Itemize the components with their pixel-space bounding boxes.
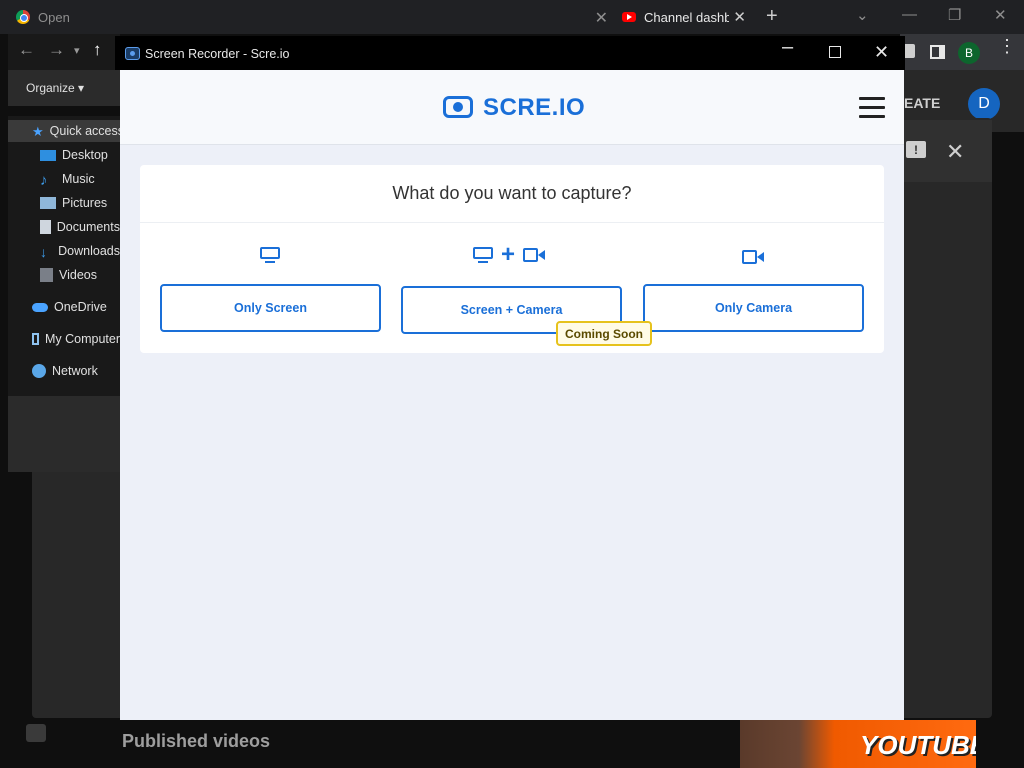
pictures-folder-icon bbox=[40, 197, 56, 209]
monitor-icon bbox=[260, 246, 280, 264]
desktop-folder-icon bbox=[40, 149, 56, 161]
tree-item-downloads[interactable]: ↓ Downloads bbox=[8, 240, 120, 262]
tree-label: Network bbox=[52, 364, 98, 378]
video-camera-icon bbox=[742, 248, 764, 266]
cloud-icon bbox=[32, 302, 48, 312]
only-screen-button[interactable]: Only Screen bbox=[160, 284, 381, 332]
tree-label: My Computer bbox=[44, 332, 120, 346]
tree-item-desktop[interactable]: Desktop bbox=[8, 144, 120, 166]
tab-title: Open bbox=[38, 9, 70, 25]
organize-button[interactable]: Organize ▾ bbox=[26, 81, 84, 95]
restore-icon[interactable]: ❐ bbox=[948, 6, 961, 24]
up-arrow-icon[interactable]: ↑ bbox=[93, 40, 102, 60]
tree-item-music[interactable]: ♪ Music bbox=[8, 168, 120, 190]
only-camera-button[interactable]: Only Camera bbox=[643, 284, 864, 332]
tree-label: OneDrive bbox=[54, 300, 107, 314]
new-tab-button[interactable]: + bbox=[766, 5, 778, 28]
recent-dropdown-icon[interactable]: ▾ bbox=[74, 44, 80, 57]
close-icon[interactable]: ✕ bbox=[733, 8, 746, 26]
tree-label: Videos bbox=[59, 268, 97, 282]
monitor-icon bbox=[473, 246, 493, 264]
logo-camera-icon bbox=[443, 96, 473, 118]
tree-label: Quick access bbox=[49, 124, 120, 138]
explorer-footer bbox=[8, 396, 120, 472]
chrome-logo-icon bbox=[16, 10, 30, 24]
capture-question: What do you want to capture? bbox=[140, 165, 884, 223]
hamburger-menu-icon[interactable] bbox=[859, 97, 885, 119]
youtube-logo-icon bbox=[622, 12, 636, 22]
account-avatar[interactable]: D bbox=[968, 88, 1000, 120]
tree-item-pictures[interactable]: Pictures bbox=[8, 192, 120, 214]
capture-options-card: What do you want to capture? + Only Scre… bbox=[140, 165, 884, 353]
minimize-icon[interactable]: – bbox=[782, 36, 793, 59]
tree-item-my-computer[interactable]: My Computer bbox=[8, 328, 120, 350]
popup-viewport: SCRE.IO What do you want to capture? + O… bbox=[120, 70, 904, 720]
forward-arrow-icon[interactable]: → bbox=[48, 40, 65, 60]
star-icon: ★ bbox=[32, 124, 44, 139]
feedback-sidebar-icon[interactable] bbox=[26, 724, 46, 742]
video-thumbnail[interactable]: YOUTUBE bbox=[740, 720, 976, 768]
tree-item-documents[interactable]: Documents bbox=[8, 216, 120, 238]
screen-recorder-favicon-icon bbox=[125, 47, 140, 60]
tab-title: Channel dashboard bbox=[644, 9, 729, 25]
documents-folder-icon bbox=[40, 220, 51, 234]
close-window-icon[interactable]: ✕ bbox=[994, 6, 1007, 24]
tree-label: Music bbox=[62, 172, 95, 186]
tree-label: Documents bbox=[56, 220, 120, 234]
site-header: SCRE.IO bbox=[120, 70, 904, 145]
videos-folder-icon bbox=[40, 268, 53, 282]
create-button[interactable]: EATE bbox=[904, 95, 940, 111]
music-note-icon: ♪ bbox=[40, 172, 48, 189]
maximize-icon[interactable] bbox=[829, 46, 841, 58]
more-menu-icon[interactable]: ⋮ bbox=[998, 37, 1016, 55]
window-title: Screen Recorder - Scre.io bbox=[145, 47, 290, 61]
back-arrow-icon[interactable]: ← bbox=[18, 40, 35, 60]
monitor-plus-camera-icon: + bbox=[473, 241, 546, 268]
tree-item-quick-access[interactable]: ★ Quick access bbox=[8, 120, 120, 142]
tree-item-onedrive[interactable]: OneDrive bbox=[8, 296, 120, 318]
video-camera-icon bbox=[523, 248, 546, 262]
close-icon[interactable]: ✕ bbox=[946, 139, 964, 165]
tree-item-videos[interactable]: Videos bbox=[8, 264, 120, 286]
tab-search-icon[interactable]: ⌄ bbox=[856, 6, 869, 24]
download-arrow-icon: ↓ bbox=[40, 244, 47, 260]
section-heading: Published videos bbox=[122, 731, 271, 751]
feedback-icon[interactable]: ! bbox=[906, 141, 926, 158]
thumbnail-text: YOUTUBE bbox=[860, 730, 976, 760]
coming-soon-badge: Coming Soon bbox=[556, 321, 652, 346]
logo-text[interactable]: SCRE.IO bbox=[483, 94, 585, 122]
computer-icon bbox=[32, 333, 39, 345]
side-panel-icon[interactable] bbox=[930, 45, 945, 59]
minimize-icon[interactable]: — bbox=[902, 6, 917, 23]
plus-icon: + bbox=[501, 241, 516, 268]
close-icon[interactable]: ✕ bbox=[874, 42, 889, 63]
tree-item-network[interactable]: Network bbox=[8, 360, 120, 382]
profile-avatar[interactable]: B bbox=[958, 42, 980, 64]
tab-channel-dashboard[interactable]: Channel dashboard ✕ bbox=[618, 0, 758, 34]
close-icon[interactable]: ✕ bbox=[595, 8, 608, 28]
network-icon bbox=[32, 364, 46, 378]
tree-label: Downloads bbox=[58, 244, 120, 258]
tree-label: Desktop bbox=[62, 148, 108, 162]
tab-open-dialog[interactable]: Open ✕ bbox=[0, 0, 618, 34]
tree-label: Pictures bbox=[62, 196, 108, 210]
